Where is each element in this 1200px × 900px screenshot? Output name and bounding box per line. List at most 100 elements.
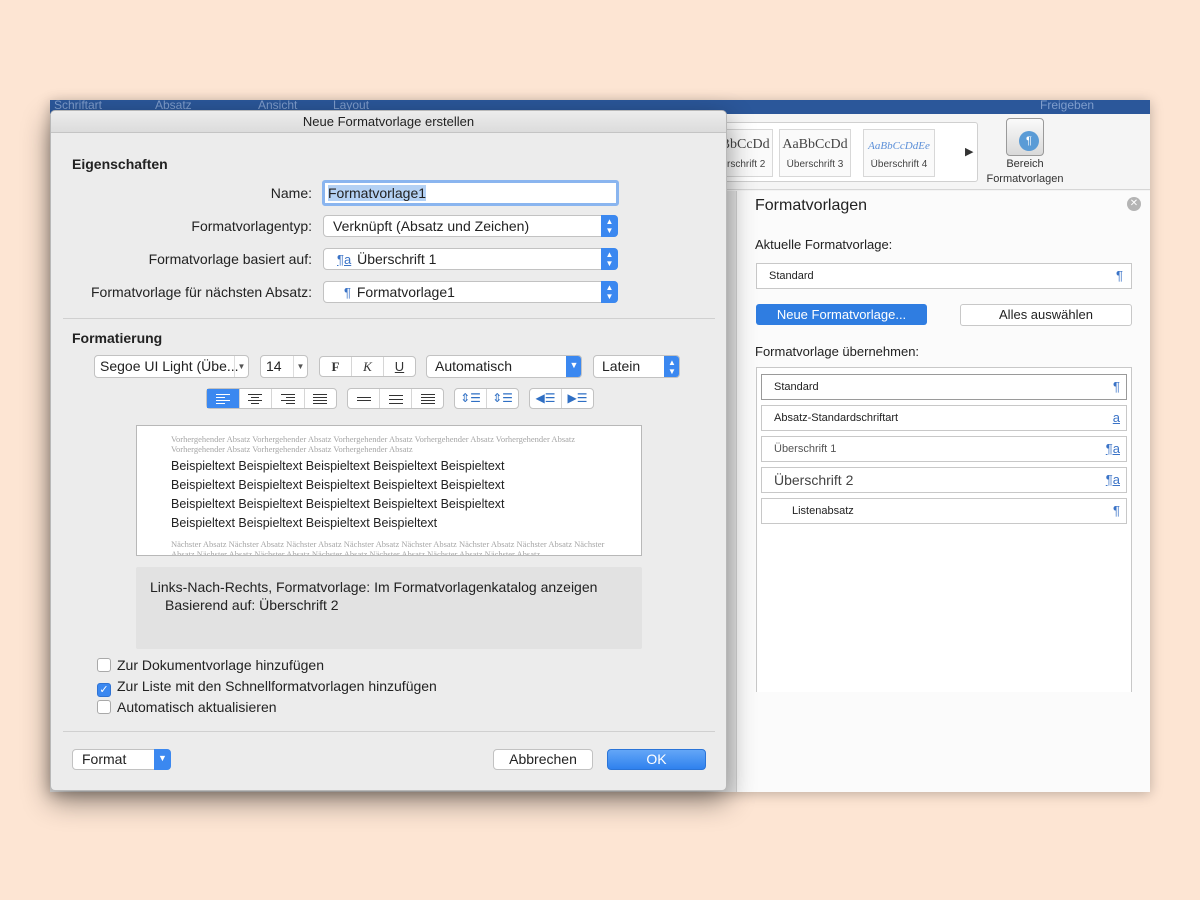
stepper-arrows-icon: ▲ ▼ (664, 356, 679, 377)
auto-update-option[interactable]: Automatisch aktualisieren (97, 699, 277, 715)
auto-update-checkbox[interactable] (97, 700, 111, 714)
add-to-quick-styles-checkbox[interactable]: ✓ (97, 683, 111, 697)
auto-update-label: Automatisch aktualisieren (117, 699, 277, 715)
space-before-icon[interactable]: ⇕☰ (455, 389, 486, 408)
based-on-select[interactable]: ¶a Überschrift 1 ▲ ▼ (323, 248, 618, 270)
name-label: Name: (270, 185, 312, 201)
stepper-arrows-icon: ▲ ▼ (601, 215, 618, 237)
linked-mark-icon: ¶a (1105, 472, 1120, 487)
current-style-field: Standard ¶ (756, 263, 1132, 289)
style-row-label: Standard (774, 381, 819, 393)
properties-heading: Eigenschaften (72, 156, 168, 172)
description-line-1: Links-Nach-Rechts, Formatvorlage: Im For… (150, 579, 598, 595)
linked-mark-icon: ¶a (337, 252, 352, 267)
description-line-2: Basierend auf: Überschrift 2 (165, 597, 339, 613)
style-row-standard[interactable]: Standard ¶ (761, 374, 1127, 400)
based-on-value: Überschrift 1 (357, 251, 437, 267)
new-style-dialog: Neue Formatvorlage erstellen Eigenschaft… (50, 110, 727, 791)
linked-mark-icon: ¶a (1105, 441, 1120, 456)
line-spacing-single-icon[interactable] (348, 389, 379, 408)
font-size-value: 14 (266, 358, 282, 374)
chevron-down-icon: ▼ (566, 356, 581, 377)
style-row-heading-2[interactable]: Überschrift 2 ¶a (761, 467, 1127, 493)
gallery-tile-heading-4[interactable]: AaBbCcDdEe Überschrift 4 (863, 129, 935, 177)
space-after-icon[interactable]: ⇕☰ (486, 389, 518, 408)
style-row-label: Listenabsatz (792, 505, 854, 517)
style-type-select[interactable]: Verknüpft (Absatz und Zeichen) ▲ ▼ (323, 215, 618, 237)
script-select[interactable]: Latein ▲ ▼ (593, 355, 680, 378)
font-combo[interactable]: Segoe UI Light (Übe... ▼ (94, 355, 249, 378)
styles-pane-button[interactable]: ¶ Bereich Formatvorlagen (980, 118, 1070, 186)
preview-next-paragraph: Nächster Absatz Nächster Absatz Nächster… (171, 539, 605, 556)
new-style-button[interactable]: Neue Formatvorlage... (756, 304, 927, 325)
align-left-icon[interactable] (207, 389, 239, 408)
align-center-icon[interactable] (238, 389, 272, 408)
font-value: Segoe UI Light (Übe... (100, 358, 239, 374)
add-to-template-checkbox[interactable] (97, 658, 111, 672)
character-mark-icon: a (1112, 410, 1120, 425)
current-style-label: Aktuelle Formatvorlage: (755, 237, 893, 252)
align-right-icon[interactable] (271, 389, 304, 408)
close-icon[interactable]: ✕ (1127, 197, 1141, 211)
line-spacing-onehalf-icon[interactable] (379, 389, 411, 408)
align-justify-icon[interactable] (303, 389, 337, 408)
cancel-button[interactable]: Abbrechen (493, 749, 593, 770)
gallery-name: Überschrift 4 (870, 159, 928, 170)
add-to-template-label: Zur Dokumentvorlage hinzufügen (117, 657, 325, 673)
add-to-quick-styles-label: Zur Liste mit den Schnellformatvorlagen … (117, 678, 437, 694)
italic-button[interactable]: K (351, 357, 383, 376)
style-row-list-paragraph[interactable]: Listenabsatz ¶ (761, 498, 1127, 524)
preview-sample-text: Beispieltext Beispieltext Beispieltext B… (171, 459, 505, 530)
select-all-button[interactable]: Alles auswählen (960, 304, 1132, 326)
style-gallery: AaBbCcDd Überschrift 2 AaBbCcDd Überschr… (701, 122, 978, 182)
decrease-indent-icon[interactable]: ◀☰ (530, 389, 561, 408)
styles-pane-icon: ¶ (1006, 118, 1044, 156)
format-label: Format (82, 751, 127, 767)
add-to-template-option[interactable]: Zur Dokumentvorlage hinzufügen (97, 657, 324, 673)
indent-buttons: ◀☰ ▶☰ (529, 388, 594, 409)
add-to-quick-styles-option[interactable]: ✓ Zur Liste mit den Schnellformatvorlagen… (97, 678, 437, 697)
next-paragraph-select[interactable]: ¶ Formatvorlage1 ▲ ▼ (323, 281, 618, 303)
style-row-heading-1[interactable]: Überschrift 1 ¶a (761, 436, 1127, 462)
ribbon-ghost-share[interactable]: Freigeben (1040, 100, 1094, 112)
increase-indent-icon[interactable]: ▶☰ (561, 389, 593, 408)
next-paragraph-label: Formatvorlage für nächsten Absatz: (91, 284, 312, 300)
font-style-buttons: F K U (319, 356, 416, 377)
font-color-value: Automatisch (435, 358, 513, 374)
style-name-value: Formatvorlage1 (328, 185, 427, 201)
style-list: Standard ¶ Absatz-Standardschriftart a Ü… (756, 367, 1132, 692)
chevron-down-icon[interactable]: ▼ (234, 356, 248, 377)
paragraph-mark-icon: ¶ (344, 285, 351, 300)
formatting-heading: Formatierung (72, 330, 163, 346)
gallery-tile-heading-3[interactable]: AaBbCcDd Überschrift 3 (779, 129, 851, 177)
gallery-sample: AaBbCcDdEe (868, 140, 930, 152)
font-color-select[interactable]: Automatisch ▼ (426, 355, 582, 378)
line-spacing-buttons (347, 388, 444, 409)
apply-style-label: Formatvorlage übernehmen: (755, 344, 920, 359)
pane-title: Formatvorlagen (755, 197, 868, 214)
dialog-title: Neue Formatvorlage erstellen (51, 111, 726, 133)
gallery-next-icon[interactable]: ▶ (965, 145, 973, 158)
divider (63, 731, 715, 732)
chevron-down-icon[interactable]: ▼ (293, 356, 307, 377)
alignment-buttons (206, 388, 337, 409)
style-type-label: Formatvorlagentyp: (191, 218, 312, 234)
style-preview: Vorhergehender Absatz Vorhergehender Abs… (136, 425, 642, 556)
gallery-name: Überschrift 3 (786, 159, 844, 170)
based-on-label: Formatvorlage basiert auf: (148, 251, 312, 267)
style-description: Links-Nach-Rechts, Formatvorlage: Im For… (136, 567, 642, 649)
bold-button[interactable]: F (320, 357, 351, 376)
line-spacing-double-icon[interactable] (411, 389, 443, 408)
styles-pane-label-2: Formatvorlagen (986, 173, 1064, 185)
stepper-arrows-icon: ▲ ▼ (601, 248, 618, 270)
stepper-arrows-icon: ▲ ▼ (601, 281, 618, 303)
ok-button[interactable]: OK (607, 749, 706, 770)
style-row-default-font[interactable]: Absatz-Standardschriftart a (761, 405, 1127, 431)
format-menu-button[interactable]: Format ▼ (72, 749, 171, 770)
style-name-input[interactable]: Formatvorlage1 (322, 180, 619, 206)
font-size-combo[interactable]: 14 ▼ (260, 355, 308, 378)
underline-button[interactable]: U (383, 357, 415, 376)
style-row-label: Überschrift 2 (774, 472, 854, 488)
paragraph-mark-icon: ¶ (1113, 503, 1120, 518)
paragraph-mark-icon: ¶ (1113, 379, 1120, 394)
